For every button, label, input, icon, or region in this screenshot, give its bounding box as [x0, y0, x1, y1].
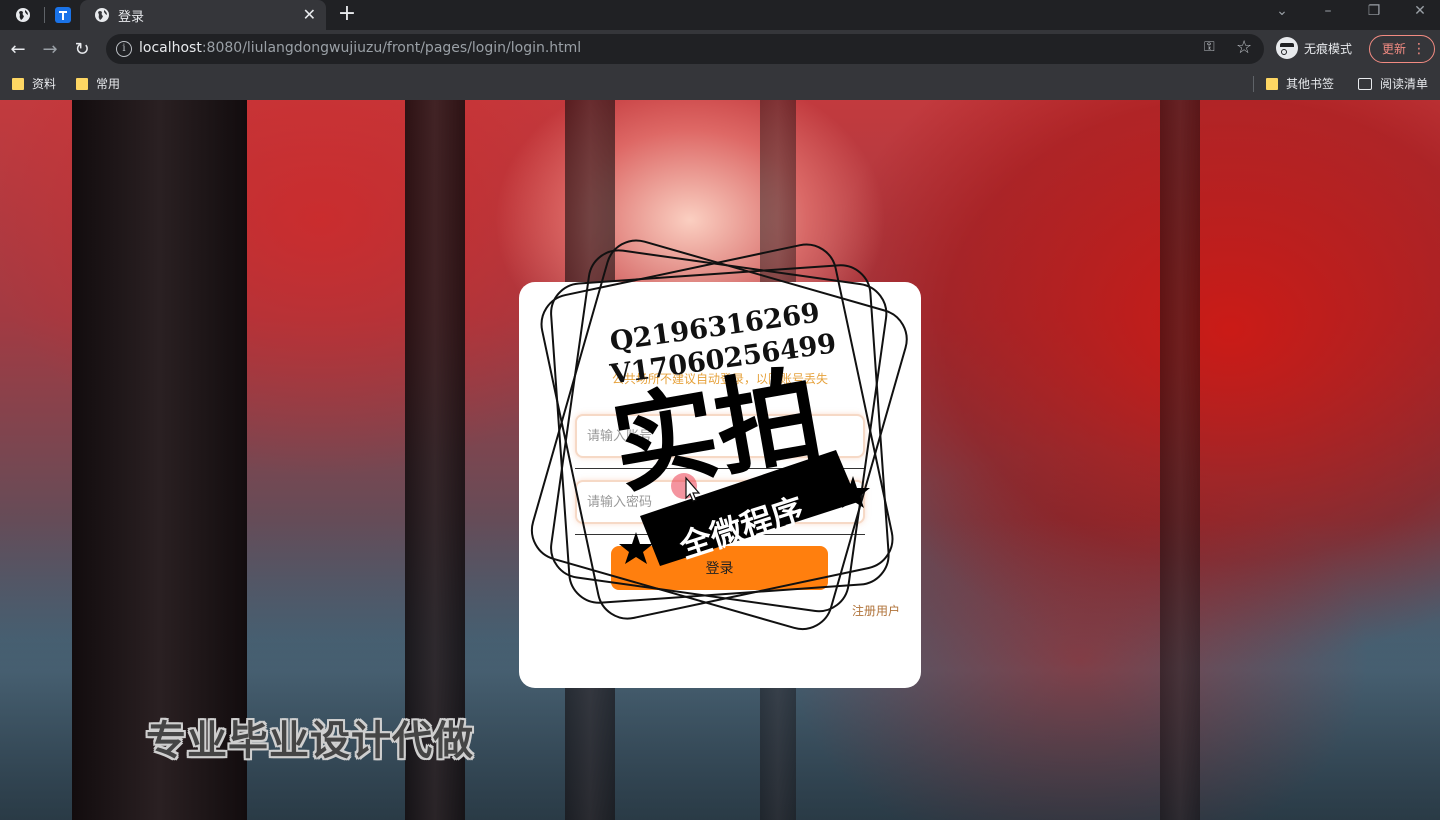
tree-trunk: [1160, 100, 1200, 820]
globe-icon: [16, 8, 30, 22]
bookmark-folder-resources[interactable]: 资料: [12, 75, 56, 92]
tab-search-chevron-icon[interactable]: ⌄: [1272, 3, 1292, 19]
restore-icon[interactable]: ❐: [1364, 3, 1384, 19]
menu-dots-icon[interactable]: ⋮: [1412, 36, 1426, 62]
password-input[interactable]: [587, 482, 857, 522]
reading-list-icon: [1358, 77, 1372, 90]
field-divider: [575, 468, 865, 469]
bookmark-label: 资料: [32, 77, 57, 91]
folder-icon: [1266, 77, 1278, 90]
login-button[interactable]: 登录: [611, 546, 828, 590]
bookmark-label: 常用: [96, 77, 121, 91]
bookmarks-separator: [1253, 76, 1254, 92]
browser-toolbar: ← → ↻ i localhost:8080/liulangdongwujiuz…: [0, 30, 1440, 68]
new-tab-button[interactable]: +: [336, 2, 358, 26]
forward-arrow-icon[interactable]: →: [38, 37, 62, 61]
incognito-label: 无痕模式: [1304, 41, 1353, 56]
pinned-tab-globe[interactable]: [12, 4, 34, 26]
login-card: 公共场所不建议自动登录，以防账号丢失 登录 注册用户: [519, 282, 921, 688]
pinned-tab-app[interactable]: [52, 4, 74, 26]
bookmark-folder-common[interactable]: 常用: [76, 75, 120, 92]
incognito-indicator[interactable]: 无痕模式: [1276, 37, 1352, 59]
tab-separator: [44, 7, 45, 23]
password-input-wrapper[interactable]: [575, 480, 865, 524]
folder-icon: [12, 77, 24, 90]
account-input-wrapper[interactable]: [575, 414, 865, 458]
url-host: localhost: [139, 40, 202, 56]
bookmark-star-icon[interactable]: ☆: [1236, 37, 1252, 58]
close-window-icon[interactable]: ✕: [1410, 3, 1430, 19]
other-bookmarks-label: 其他书签: [1286, 77, 1335, 91]
page-background: 公共场所不建议自动登录，以防账号丢失 登录 注册用户 Q2196316269 V…: [0, 100, 1440, 820]
field-divider: [575, 534, 865, 535]
incognito-icon: [1276, 37, 1298, 59]
key-icon[interactable]: ⚿: [1204, 39, 1215, 55]
register-link[interactable]: 注册用户: [852, 602, 900, 619]
folder-icon: [76, 77, 88, 90]
auto-login-notice: 公共场所不建议自动登录，以防账号丢失: [611, 372, 828, 386]
update-button[interactable]: 更新 ⋮: [1369, 35, 1435, 63]
other-bookmarks[interactable]: 其他书签: [1266, 75, 1334, 92]
reading-list-label: 阅读清单: [1380, 77, 1429, 91]
mouse-cursor: [671, 473, 701, 502]
reading-list[interactable]: 阅读清单: [1358, 75, 1428, 92]
tab-login[interactable]: 登录 ✕: [80, 0, 326, 30]
site-info-icon[interactable]: i: [116, 41, 132, 57]
globe-icon: [95, 8, 109, 22]
close-tab-icon[interactable]: ✕: [303, 5, 316, 25]
bookmarks-bar: 资料 常用 其他书签 阅读清单: [0, 68, 1440, 100]
reload-icon[interactable]: ↻: [70, 37, 94, 61]
address-bar[interactable]: i localhost:8080/liulangdongwujiuzu/fron…: [106, 34, 1264, 64]
back-arrow-icon[interactable]: ←: [6, 37, 30, 61]
tab-strip: 登录 ✕ + ⌄ – ❐ ✕: [0, 0, 1440, 30]
address-url[interactable]: localhost:8080/liulangdongwujiuzu/front/…: [139, 40, 581, 56]
minimize-icon[interactable]: –: [1318, 3, 1338, 19]
account-input[interactable]: [587, 416, 857, 456]
url-path: :8080/liulangdongwujiuzu/front/pages/log…: [201, 40, 582, 56]
update-label: 更新: [1382, 42, 1407, 56]
app-logo-icon: [55, 7, 71, 23]
watermark-slogan: 专业毕业设计代做: [146, 718, 474, 764]
tab-title: 登录: [118, 10, 145, 25]
